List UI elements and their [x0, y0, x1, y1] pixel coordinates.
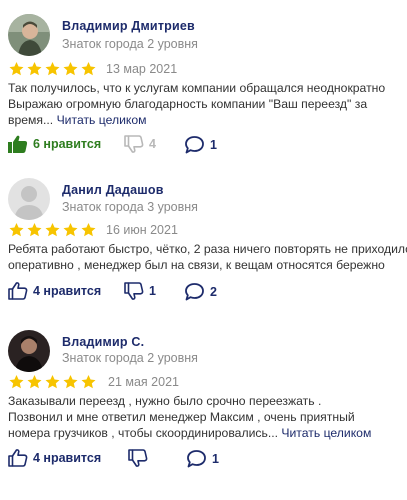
review-date: 13 мар 2021 — [106, 62, 178, 76]
avatar[interactable] — [8, 330, 50, 372]
review-text-line: Выражаю огромную благодарность компании … — [8, 97, 368, 111]
star-icon — [45, 375, 60, 389]
review-text-line: номера грузчиков , чтобы скоординировали… — [8, 425, 407, 442]
dislike-button[interactable]: 4 — [124, 135, 156, 153]
author-name[interactable]: Владимир Дмитриев — [62, 19, 195, 33]
comments-button[interactable]: 1 — [186, 449, 219, 468]
review-actions: 4 нравится 1 — [8, 449, 407, 469]
like-button[interactable]: 4 нравится — [8, 282, 101, 300]
like-button[interactable]: 6 нравится — [8, 135, 101, 153]
likes-count: 6 нравится — [33, 137, 102, 151]
thumbs-up-filled-icon — [8, 135, 28, 153]
rating-stars — [8, 61, 97, 77]
author-level: Знаток города 2 уровня — [62, 37, 198, 51]
comment-icon — [185, 283, 204, 301]
star-icon — [81, 375, 96, 389]
likes-count: 4 нравится — [33, 284, 102, 298]
star-icon — [45, 223, 60, 237]
thumbs-up-icon — [8, 282, 28, 300]
star-icon — [45, 62, 60, 76]
comment-icon — [187, 450, 206, 468]
star-icon — [9, 375, 24, 389]
review-text-line: Заказывали переезд , нужно было срочно п… — [8, 394, 322, 408]
like-button[interactable]: 4 нравится — [8, 449, 101, 467]
default-avatar-icon — [8, 178, 50, 220]
review-date: 16 июн 2021 — [106, 223, 178, 237]
user-photo-icon — [8, 330, 50, 372]
rating-stars — [8, 222, 97, 238]
review-date: 21 мая 2021 — [108, 375, 179, 389]
dislike-button[interactable] — [128, 449, 153, 467]
read-more-link[interactable]: Читать целиком — [57, 113, 147, 127]
star-icon — [27, 375, 42, 389]
comment-icon — [185, 136, 204, 154]
author-level: Знаток города 3 уровня — [62, 200, 198, 214]
user-photo-icon — [8, 14, 50, 56]
review-text-tail: номера грузчиков , чтобы скоординировали… — [8, 426, 282, 440]
comments-button[interactable]: 1 — [184, 135, 217, 154]
avatar[interactable] — [8, 178, 50, 220]
review-actions: 4 нравится 1 2 — [8, 282, 407, 302]
thumbs-down-icon — [124, 282, 144, 300]
dislikes-count: 4 — [149, 137, 156, 151]
read-more-link[interactable]: Читать целиком — [281, 426, 371, 440]
review-text-line: Ребята работают быстро, чётко, 2 раза ни… — [8, 242, 407, 256]
star-icon — [63, 223, 78, 237]
dislike-button[interactable]: 1 — [124, 282, 156, 300]
star-icon — [81, 62, 96, 76]
star-icon — [27, 62, 42, 76]
rating-stars — [8, 374, 97, 390]
thumbs-down-icon — [128, 449, 148, 467]
star-icon — [9, 62, 24, 76]
likes-count: 4 нравится — [33, 451, 102, 465]
star-icon — [63, 62, 78, 76]
author-name[interactable]: Владимир С. — [62, 335, 144, 349]
comments-count: 1 — [212, 451, 219, 466]
review-text-line: оперативно , менеджер был на связи, к ве… — [8, 258, 385, 272]
review-text-tail: время... — [8, 113, 57, 127]
review-actions: 6 нравится 4 1 — [8, 135, 407, 155]
dislikes-count: 1 — [149, 284, 156, 298]
author-name[interactable]: Данил Дадашов — [62, 183, 164, 197]
review-text-line: Так получилось, что к услугам компании о… — [8, 81, 386, 95]
comments-count: 1 — [210, 137, 217, 152]
comments-button[interactable]: 2 — [184, 282, 217, 301]
star-icon — [27, 223, 42, 237]
review-text-line: Позвонил и мне ответил менеджер Максим ,… — [8, 410, 355, 424]
thumbs-down-icon — [124, 135, 144, 153]
review-text-line: время... Читать целиком — [8, 112, 407, 129]
star-icon — [63, 375, 78, 389]
star-icon — [9, 223, 24, 237]
avatar[interactable] — [8, 14, 50, 56]
thumbs-up-icon — [8, 449, 28, 467]
comments-count: 2 — [210, 284, 217, 299]
author-level: Знаток города 2 уровня — [62, 351, 198, 365]
star-icon — [81, 223, 96, 237]
